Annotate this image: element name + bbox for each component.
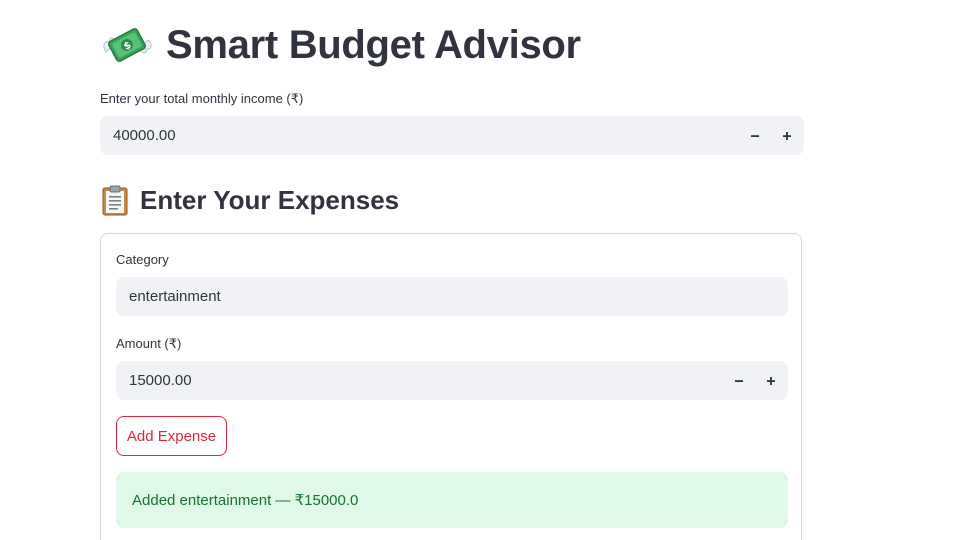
amount-increment-button[interactable] bbox=[755, 361, 787, 400]
amount-decrement-button[interactable] bbox=[723, 361, 755, 400]
plus-icon bbox=[767, 376, 775, 385]
section-title: Enter Your Expenses bbox=[140, 184, 400, 215]
income-input[interactable]: 40000.00 bbox=[100, 116, 804, 155]
category-label: Category bbox=[116, 252, 169, 267]
minus-icon bbox=[735, 379, 743, 382]
app-page: $ Smart Budget Advisor Enter your total … bbox=[0, 0, 960, 540]
income-increment-button[interactable] bbox=[771, 116, 803, 155]
money-with-wings-icon: $ bbox=[100, 22, 154, 68]
clipboard-icon bbox=[100, 184, 130, 216]
income-decrement-button[interactable] bbox=[739, 116, 771, 155]
category-input[interactable]: entertainment bbox=[116, 277, 788, 316]
income-label: Enter your total monthly income (₹) bbox=[100, 91, 304, 106]
page-title: Smart Budget Advisor bbox=[166, 22, 581, 67]
income-value[interactable]: 40000.00 bbox=[100, 127, 739, 144]
expense-form: Category entertainment Amount (₹) 15000.… bbox=[100, 233, 802, 540]
page-header: $ Smart Budget Advisor bbox=[100, 20, 581, 70]
amount-input[interactable]: 15000.00 bbox=[116, 361, 788, 400]
expenses-header: Enter Your Expenses bbox=[100, 182, 399, 218]
success-message: Added entertainment — ₹15000.0 bbox=[132, 492, 359, 509]
success-alert: Added entertainment — ₹15000.0 bbox=[116, 472, 788, 528]
minus-icon bbox=[751, 134, 759, 137]
category-value[interactable]: entertainment bbox=[116, 288, 221, 305]
amount-label: Amount (₹) bbox=[116, 336, 182, 351]
amount-value[interactable]: 15000.00 bbox=[116, 372, 723, 389]
add-expense-button[interactable]: Add Expense bbox=[116, 416, 227, 456]
plus-icon bbox=[783, 131, 791, 140]
